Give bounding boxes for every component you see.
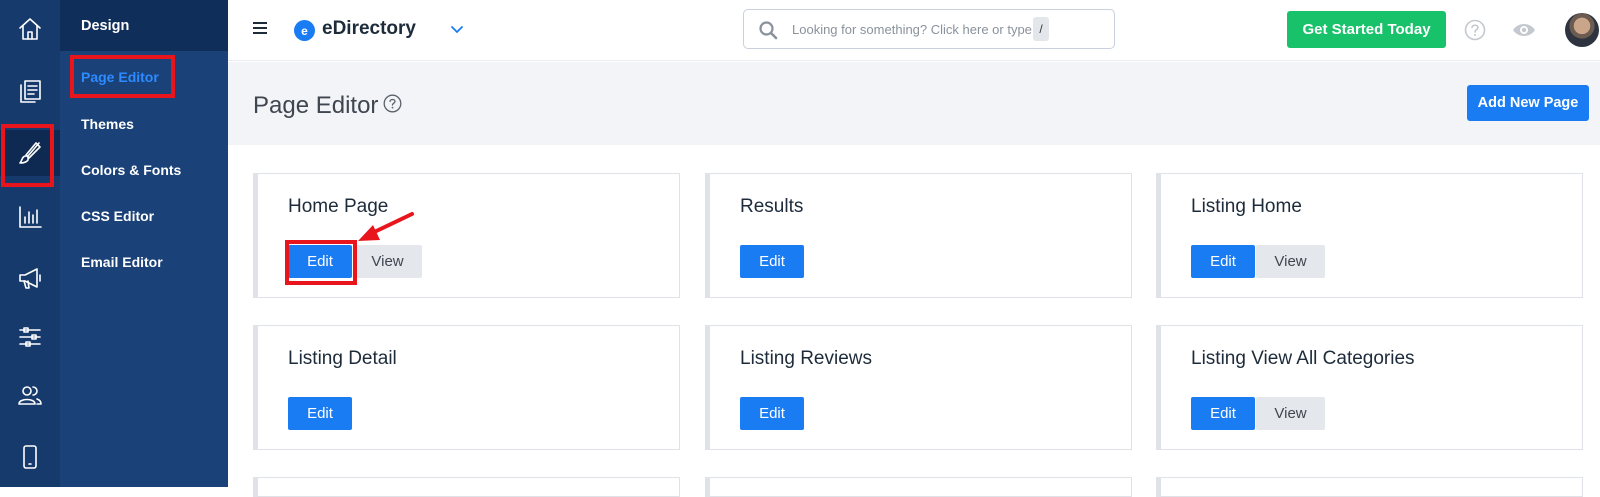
- page-card-listing-home: Listing Home Edit View: [1156, 173, 1583, 298]
- rail-item-users[interactable]: [0, 372, 60, 418]
- icon-rail: [0, 0, 60, 487]
- design-submenu: Design Page Editor Themes Colors & Fonts…: [60, 0, 228, 487]
- get-started-button[interactable]: Get Started Today: [1287, 11, 1446, 48]
- submenu-title: Design: [60, 0, 228, 51]
- brand-name: eDirectory: [322, 18, 416, 39]
- card-title: Listing Home: [1191, 196, 1302, 217]
- view-button[interactable]: View: [353, 245, 422, 278]
- menu-toggle-button[interactable]: [253, 22, 267, 34]
- question-icon[interactable]: [383, 94, 402, 113]
- view-button[interactable]: View: [1256, 397, 1325, 430]
- page-card-home: Home Page Edit View: [253, 173, 680, 298]
- submenu-item-css-editor[interactable]: CSS Editor: [81, 208, 154, 224]
- card-title: Listing View All Categories: [1191, 348, 1415, 369]
- content-icon: [20, 80, 41, 103]
- preview-eye-icon[interactable]: [1511, 19, 1537, 41]
- annotation-arrow-icon: [358, 212, 414, 241]
- page-card-partial: [253, 477, 680, 497]
- top-bar: e eDirectory / Get Started Today: [228, 0, 1600, 61]
- search-input[interactable]: [792, 18, 1032, 40]
- page-card-listing-reviews: Listing Reviews Edit: [705, 325, 1132, 450]
- edit-button[interactable]: Edit: [1191, 245, 1255, 278]
- page-card-results: Results Edit: [705, 173, 1132, 298]
- search-icon: [759, 21, 778, 40]
- edit-button[interactable]: Edit: [288, 245, 352, 278]
- page-card-listing-detail: Listing Detail Edit: [253, 325, 680, 450]
- brand-logo-icon: e: [294, 20, 315, 41]
- page-card-partial: [705, 477, 1132, 497]
- search-shortcut-key: /: [1033, 17, 1049, 41]
- page-card-partial: [1156, 477, 1583, 497]
- chevron-down-icon[interactable]: [450, 22, 464, 36]
- page-title: Page Editor: [253, 92, 379, 119]
- rail-item-promote[interactable]: [0, 255, 60, 301]
- users-icon: [18, 386, 42, 405]
- submenu-item-email-editor[interactable]: Email Editor: [81, 254, 163, 270]
- add-new-page-button[interactable]: Add New Page: [1467, 85, 1589, 121]
- edit-button[interactable]: Edit: [740, 245, 804, 278]
- search-box: /: [743, 9, 1115, 49]
- page-card-listing-view-all-categories: Listing View All Categories Edit View: [1156, 325, 1583, 450]
- rail-item-design[interactable]: [0, 130, 60, 176]
- view-button[interactable]: View: [1256, 245, 1325, 278]
- settings-sliders-icon: [19, 327, 41, 347]
- rail-item-home[interactable]: [0, 6, 60, 52]
- design-brush-icon: [19, 142, 41, 164]
- home-icon: [19, 18, 41, 40]
- rail-item-mobile[interactable]: [0, 434, 60, 480]
- page-header: Page Editor Add New Page: [228, 62, 1600, 145]
- rail-item-settings[interactable]: [0, 314, 60, 360]
- mobile-icon: [23, 445, 37, 469]
- card-title: Results: [740, 196, 804, 217]
- card-title: Listing Reviews: [740, 348, 872, 369]
- edit-button[interactable]: Edit: [740, 397, 804, 430]
- card-title: Listing Detail: [288, 348, 397, 369]
- rail-item-content[interactable]: [0, 68, 60, 114]
- edit-button[interactable]: Edit: [1191, 397, 1255, 430]
- submenu-item-themes[interactable]: Themes: [81, 116, 134, 132]
- rail-item-reports[interactable]: [0, 194, 60, 240]
- user-avatar[interactable]: [1565, 13, 1599, 47]
- promote-megaphone-icon: [19, 268, 41, 289]
- submenu-item-page-editor[interactable]: Page Editor: [81, 69, 159, 85]
- reports-chart-icon: [19, 206, 42, 228]
- edit-button[interactable]: Edit: [288, 397, 352, 430]
- help-icon[interactable]: [1464, 19, 1486, 41]
- submenu-item-colors-fonts[interactable]: Colors & Fonts: [81, 162, 181, 178]
